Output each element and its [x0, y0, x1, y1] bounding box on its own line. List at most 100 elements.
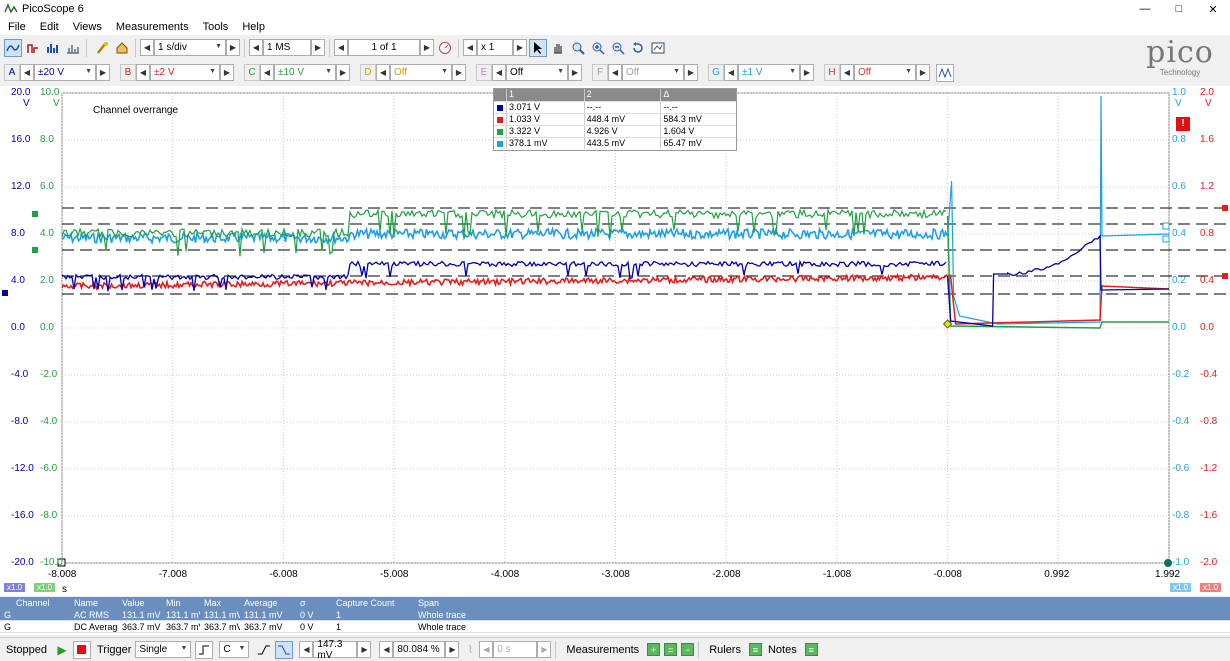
- hand-tool-icon[interactable]: [549, 39, 567, 57]
- channel-d-range-select[interactable]: Off ▼: [390, 64, 452, 81]
- timebase-next-button[interactable]: ▶: [226, 39, 240, 56]
- edit-measurement-button[interactable]: =: [664, 643, 678, 656]
- zoom-next-button[interactable]: ▶: [513, 39, 527, 56]
- add-measurement-button[interactable]: +: [647, 643, 661, 656]
- overrange-warning-icon[interactable]: !: [1176, 117, 1190, 131]
- channel-d-options[interactable]: D: [360, 64, 376, 81]
- channel-h-range-up[interactable]: ▶: [916, 64, 930, 81]
- capture-first-button[interactable]: ◀: [334, 39, 348, 56]
- serial-decode-icon[interactable]: [64, 39, 82, 57]
- channel-c-range-down[interactable]: ◀: [260, 64, 274, 81]
- channel-g-range-down[interactable]: ◀: [724, 64, 738, 81]
- channel-b-range-select[interactable]: ±2 V ▼: [150, 64, 220, 81]
- channel-e-range-down[interactable]: ◀: [492, 64, 506, 81]
- scale-c-badge[interactable]: x1.0: [34, 583, 56, 592]
- channel-c-options[interactable]: C: [244, 64, 260, 81]
- table-row[interactable]: G DC Average 363.7 mV 363.7 mV 363.7 mV …: [0, 621, 1230, 633]
- waveform-canvas[interactable]: [0, 86, 1230, 596]
- channel-c-range-up[interactable]: ▶: [336, 64, 350, 81]
- capture-index-field[interactable]: 1 of 1: [348, 39, 420, 56]
- channel-d-range-down[interactable]: ◀: [376, 64, 390, 81]
- samples-prev-button[interactable]: ◀: [249, 39, 263, 56]
- channel-f-range-down[interactable]: ◀: [608, 64, 622, 81]
- scale-g-badge[interactable]: x1.0: [1170, 583, 1192, 592]
- menu-help[interactable]: Help: [242, 21, 265, 33]
- home-icon[interactable]: [113, 39, 131, 57]
- falling-edge-icon[interactable]: [275, 640, 294, 659]
- delete-measurement-button[interactable]: −: [681, 643, 695, 656]
- advanced-trigger-icon[interactable]: [195, 640, 214, 659]
- zoom-field[interactable]: x 1: [477, 39, 513, 56]
- zoom-region-icon[interactable]: [569, 39, 587, 57]
- undo-zoom-icon[interactable]: [629, 39, 647, 57]
- scale-a-badge[interactable]: x1.0: [4, 583, 26, 592]
- rising-edge-icon[interactable]: [255, 641, 273, 659]
- channel-h-options[interactable]: H: [824, 64, 840, 81]
- channel-g-range-select[interactable]: ±1 V ▼: [738, 64, 800, 81]
- table-row[interactable]: G AC RMS 131.1 mV 131.1 mV 131.1 mV 131.…: [0, 609, 1230, 621]
- channel-b-range-down[interactable]: ◀: [136, 64, 150, 81]
- buffer-navigator-icon[interactable]: [436, 39, 454, 57]
- spectrum-mode-icon[interactable]: [44, 39, 62, 57]
- zoom-overview-icon[interactable]: [649, 39, 667, 57]
- channel-h-range-down[interactable]: ◀: [840, 64, 854, 81]
- channel-a-options[interactable]: A: [4, 64, 20, 81]
- channel-e-range-select[interactable]: Off ▼: [506, 64, 568, 81]
- math-channels-icon[interactable]: [936, 63, 954, 82]
- zoom-out-icon[interactable]: [609, 39, 627, 57]
- scope-mode-icon[interactable]: [4, 38, 22, 57]
- notes-button[interactable]: ≡: [804, 643, 818, 656]
- menu-file[interactable]: File: [8, 21, 26, 33]
- menu-measurements[interactable]: Measurements: [116, 21, 189, 33]
- channel-f-range-select[interactable]: Off ▼: [622, 64, 684, 81]
- minimize-button[interactable]: —: [1128, 0, 1162, 18]
- threshold-field[interactable]: 147.3 mV: [313, 639, 358, 661]
- ruler-legend[interactable]: 1 2 Δ 3.071 V --.-- --.-- 1.033 V 448.4 mV 5…: [493, 88, 737, 151]
- channel-e-options[interactable]: E: [476, 64, 492, 81]
- pretrigger-up-button[interactable]: ▶: [445, 641, 460, 658]
- run-button[interactable]: ▶: [53, 641, 71, 659]
- trigger-mode-select[interactable]: Single ▼: [135, 641, 192, 658]
- channel-d-range-up[interactable]: ▶: [452, 64, 466, 81]
- axis-markers[interactable]: [2, 205, 1228, 567]
- ruler-legend-header[interactable]: 1 2 Δ: [494, 89, 736, 101]
- channel-b-range-up[interactable]: ▶: [220, 64, 234, 81]
- scope-view[interactable]: Channel overrange 20.0 10.0 16.0 8.0 12.0 6.0…: [0, 86, 1230, 596]
- threshold-up-button[interactable]: ▶: [357, 641, 372, 658]
- stop-button[interactable]: [72, 640, 91, 659]
- close-button[interactable]: ✕: [1196, 0, 1230, 18]
- capture-next-button[interactable]: ▶: [420, 39, 434, 56]
- pretrigger-field[interactable]: 80.084 %: [393, 641, 446, 658]
- channel-a-range-up[interactable]: ▶: [96, 64, 110, 81]
- timebase-select[interactable]: 1 s/div ▼: [154, 39, 226, 56]
- time-tick-label: 1.992: [1155, 569, 1181, 580]
- channel-a-range-down[interactable]: ◀: [20, 64, 34, 81]
- probe-wizard-icon[interactable]: [93, 39, 111, 57]
- samples-select[interactable]: 1 MS: [263, 39, 311, 56]
- channel-c-range-select[interactable]: ±10 V ▼: [274, 64, 336, 81]
- threshold-down-button[interactable]: ◀: [299, 641, 314, 658]
- channel-h-range-select[interactable]: Off ▼: [854, 64, 916, 81]
- channel-g-options[interactable]: G: [708, 64, 724, 81]
- menu-tools[interactable]: Tools: [203, 21, 229, 33]
- maximize-button[interactable]: □: [1162, 0, 1196, 18]
- timebase-prev-button[interactable]: ◀: [140, 39, 154, 56]
- trigger-channel-select[interactable]: C ▼: [219, 641, 250, 658]
- zoom-prev-button[interactable]: ◀: [463, 39, 477, 56]
- pointer-tool-icon[interactable]: [529, 38, 547, 57]
- rulers-settings-button[interactable]: ≡: [748, 643, 762, 656]
- channel-a-range-select[interactable]: ±20 V ▼: [34, 64, 96, 81]
- measurements-table[interactable]: Channel Name Value Min Max Average σ Cap…: [0, 597, 1230, 635]
- samples-next-button[interactable]: ▶: [311, 39, 325, 56]
- pretrigger-down-button[interactable]: ◀: [379, 641, 394, 658]
- zoom-in-icon[interactable]: [589, 39, 607, 57]
- menu-views[interactable]: Views: [73, 21, 102, 33]
- menu-edit[interactable]: Edit: [40, 21, 59, 33]
- persistence-mode-icon[interactable]: [24, 39, 42, 57]
- channel-f-options[interactable]: F: [592, 64, 608, 81]
- channel-e-range-up[interactable]: ▶: [568, 64, 582, 81]
- channel-f-range-up[interactable]: ▶: [684, 64, 698, 81]
- channel-b-options[interactable]: B: [120, 64, 136, 81]
- scale-b-badge[interactable]: x1.0: [1200, 583, 1222, 592]
- channel-g-range-up[interactable]: ▶: [800, 64, 814, 81]
